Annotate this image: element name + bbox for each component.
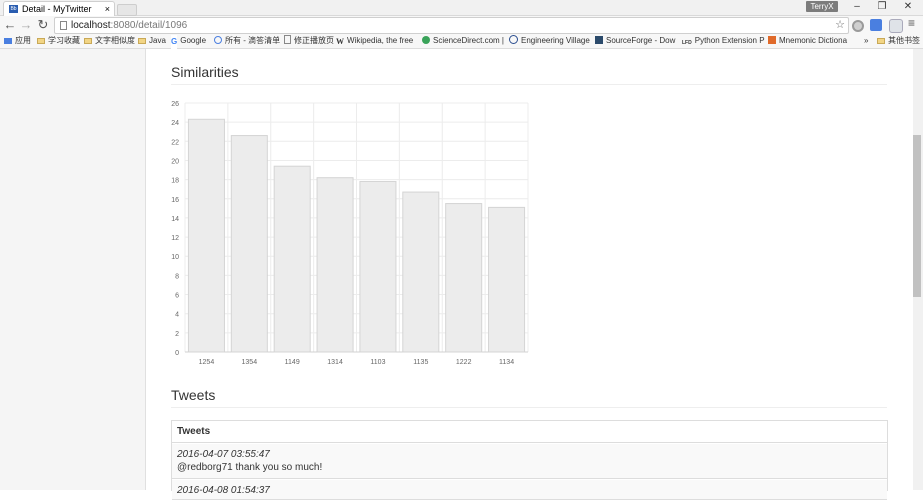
- x-tick-label: 1254: [199, 359, 215, 366]
- y-tick-label: 20: [171, 158, 179, 165]
- tweets-heading: Tweets: [171, 387, 216, 403]
- translate-extension-icon[interactable]: [870, 19, 882, 31]
- user-profile-badge[interactable]: TerryX: [806, 1, 838, 12]
- folder-icon: [877, 38, 885, 44]
- ev-icon: [509, 35, 518, 44]
- y-tick-label: 2: [175, 331, 179, 338]
- page-icon: [284, 35, 291, 44]
- bookmark-star-icon[interactable]: ☆: [835, 18, 845, 33]
- bar[interactable]: [488, 206, 526, 353]
- page-icon: [60, 21, 67, 30]
- bookmark-item[interactable]: LFD Python Extension P: [682, 34, 765, 50]
- favicon-icon: Bb: [9, 5, 18, 13]
- bar[interactable]: [445, 203, 483, 353]
- title-bar: Bb Detail - MyTwitter × TerryX – ❐ ✕: [0, 0, 923, 16]
- bar[interactable]: [230, 135, 268, 353]
- browser-menu-icon[interactable]: ≡: [908, 16, 915, 30]
- scrollbar-thumb[interactable]: [913, 135, 921, 297]
- similarities-bar-chart: 02468101214161820222426 1254 1354 1149 1314…: [171, 101, 529, 366]
- folder-icon: [37, 38, 45, 44]
- sourceforge-icon: [595, 36, 603, 44]
- tweets-panel: Tweets 2016-04-07 03:55:47 @redborg71 th…: [171, 420, 888, 500]
- bookmarks-bar: 应用 学习收藏 文字相似度 Java G Google 所有 - 滴答清单 修正播…: [0, 34, 923, 49]
- x-tick-label: 1103: [370, 359, 385, 366]
- bookmark-item[interactable]: 学习收藏: [37, 34, 80, 48]
- bookmark-item[interactable]: Java: [138, 34, 166, 48]
- tweets-panel-title: Tweets: [172, 421, 887, 443]
- y-tick-label: 26: [171, 101, 179, 108]
- y-tick-label: 24: [171, 120, 179, 127]
- tweet-time: 2016-04-07 03:55:47: [177, 449, 270, 460]
- bookmark-item[interactable]: W Wikipedia, the free: [336, 34, 413, 49]
- address-bar[interactable]: localhost:8080/detail/1096 ☆: [54, 17, 849, 34]
- bar[interactable]: [359, 181, 397, 353]
- close-window-icon[interactable]: ✕: [900, 0, 916, 14]
- wikipedia-icon: W: [336, 37, 344, 46]
- divider: [171, 84, 887, 85]
- divider: [171, 407, 887, 408]
- folder-icon: [138, 38, 146, 44]
- bookmark-item[interactable]: Engineering Village: [509, 34, 590, 48]
- tab-title: Detail - MyTwitter: [22, 4, 92, 14]
- bookmarks-overflow-icon[interactable]: »: [864, 34, 868, 48]
- bookmark-item[interactable]: 应用: [4, 34, 31, 48]
- x-tick-label: 1135: [413, 359, 428, 366]
- x-tick-label: 1222: [456, 359, 472, 366]
- y-tick-label: 12: [171, 235, 179, 242]
- browser-tab[interactable]: Bb Detail - MyTwitter ×: [3, 1, 115, 16]
- lfd-icon: LFD: [682, 40, 692, 46]
- bar[interactable]: [187, 118, 225, 353]
- y-tick-label: 6: [175, 293, 179, 300]
- forward-arrow-icon[interactable]: →: [19, 18, 33, 32]
- bookmark-item[interactable]: 所有 - 滴答清单: [214, 34, 280, 48]
- bar[interactable]: [316, 177, 354, 353]
- sciencedirect-icon: [422, 36, 430, 44]
- apps-icon: [4, 38, 12, 44]
- reload-icon[interactable]: ↻: [36, 18, 50, 32]
- bookmark-item[interactable]: 修正播放页: [284, 34, 334, 48]
- other-bookmarks[interactable]: 其他书签: [877, 34, 920, 48]
- new-tab-button[interactable]: [117, 4, 137, 16]
- x-tick-label: 1314: [327, 359, 343, 366]
- check-icon: [214, 36, 222, 44]
- y-tick-label: 8: [175, 273, 179, 280]
- bar[interactable]: [273, 165, 311, 353]
- folder-icon: [84, 38, 92, 44]
- tweet-text: @redborg71 thank you so much!: [177, 462, 323, 473]
- y-tick-label: 16: [171, 197, 179, 204]
- x-tick-label: 1354: [242, 359, 258, 366]
- y-tick-label: 4: [175, 312, 179, 319]
- md-icon: [768, 36, 776, 44]
- similarities-heading: Similarities: [171, 64, 239, 80]
- bookmark-item[interactable]: ScienceDirect.com |: [422, 34, 504, 48]
- browser-toolbar: ← → ↻ localhost:8080/detail/1096 ☆ ≡: [0, 16, 923, 34]
- y-tick-label: 0: [175, 350, 179, 357]
- tweet-time: 2016-04-08 01:54:37: [177, 485, 270, 496]
- minimize-icon[interactable]: –: [849, 0, 865, 14]
- y-tick-label: 14: [171, 216, 179, 223]
- y-tick-label: 22: [171, 139, 179, 146]
- back-arrow-icon[interactable]: ←: [3, 18, 17, 32]
- url-text: localhost:8080/detail/1096: [71, 20, 188, 31]
- y-tick-label: 10: [171, 254, 179, 261]
- bookmark-item[interactable]: 文字相似度: [84, 34, 135, 48]
- shield-extension-icon[interactable]: [889, 19, 903, 33]
- x-tick-label: 1134: [499, 359, 514, 366]
- bookmark-item[interactable]: G Google: [171, 34, 206, 49]
- bookmark-item[interactable]: SourceForge - Dow: [595, 34, 675, 48]
- bar[interactable]: [402, 191, 440, 353]
- tweet-row: 2016-04-08 01:54:37: [172, 480, 887, 500]
- sidebar: [0, 49, 146, 490]
- restore-icon[interactable]: ❐: [874, 0, 890, 14]
- tweet-row: 2016-04-07 03:55:47 @redborg71 thank you…: [172, 444, 887, 479]
- bookmark-item[interactable]: Mnemonic Dictiona: [768, 34, 847, 48]
- tab-close-icon[interactable]: ×: [105, 2, 110, 16]
- extension-circle-icon[interactable]: [852, 20, 864, 32]
- google-icon: G: [171, 35, 178, 49]
- y-tick-label: 18: [171, 178, 179, 185]
- x-tick-label: 1149: [285, 359, 300, 366]
